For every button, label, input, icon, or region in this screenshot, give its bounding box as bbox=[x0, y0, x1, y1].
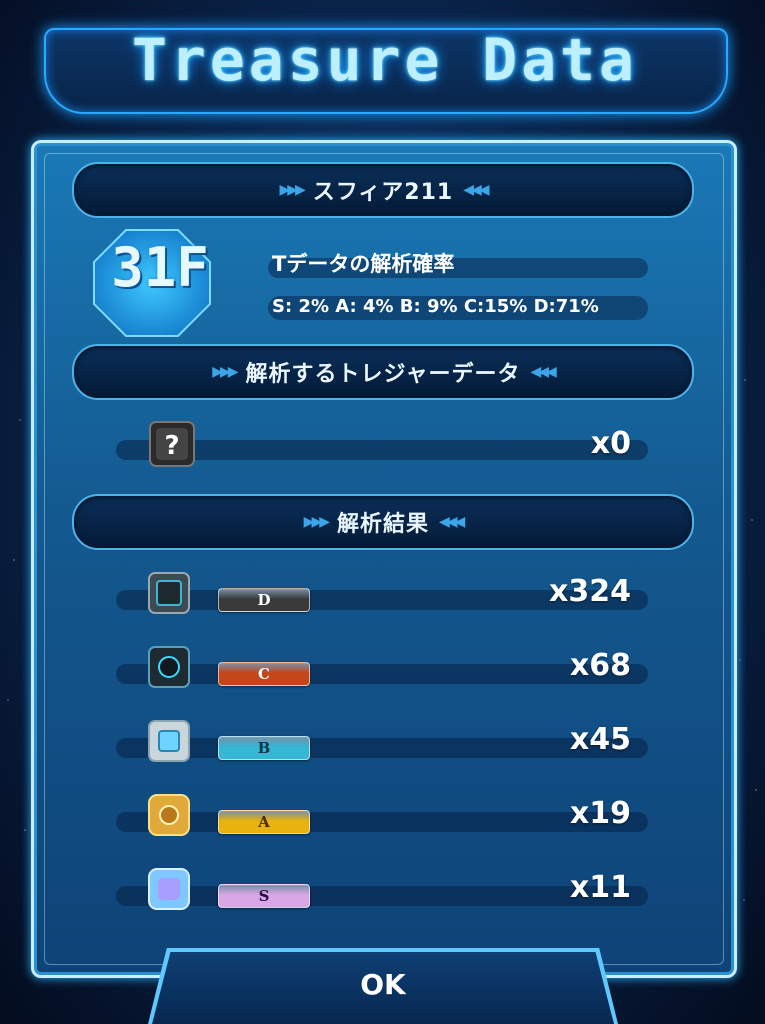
grade-badge-s: S bbox=[218, 884, 310, 908]
arrow-right-icon: ▶▶▶ bbox=[303, 514, 330, 530]
c-grade-cube-icon bbox=[148, 646, 190, 688]
sphere-header-label: スフィア211 bbox=[312, 180, 454, 205]
analysis-rate-label: Tデータの解析確率 bbox=[272, 252, 455, 276]
a-grade-cube-icon bbox=[148, 794, 190, 836]
svg-text:?: ? bbox=[164, 431, 179, 461]
result-track bbox=[116, 664, 648, 684]
result-count-s: x11 bbox=[569, 870, 631, 905]
grade-badge-d: D bbox=[218, 588, 310, 612]
result-track bbox=[116, 738, 648, 758]
grade-label: C bbox=[258, 665, 270, 683]
result-count-b: x45 bbox=[569, 722, 631, 757]
result-count-a: x19 bbox=[569, 796, 631, 831]
b-grade-cube-icon bbox=[148, 720, 190, 762]
result-track bbox=[116, 812, 648, 832]
floor-number: 31F bbox=[111, 236, 209, 299]
sphere-header: ▶▶▶ スフィア211 ◀◀◀ bbox=[72, 162, 694, 218]
arrow-right-icon: ▶▶▶ bbox=[279, 182, 305, 198]
result-header-label: 解析結果 bbox=[336, 512, 429, 537]
result-count-c: x68 bbox=[569, 648, 631, 683]
arrow-left-icon: ◀◀◀ bbox=[530, 364, 556, 380]
analyze-header-label: 解析するトレジャーデータ bbox=[245, 362, 521, 387]
grade-badge-b: B bbox=[218, 736, 310, 760]
analyze-header: ▶▶▶ 解析するトレジャーデータ ◀◀◀ bbox=[72, 344, 694, 400]
grade-badge-a: A bbox=[218, 810, 310, 834]
grade-label: A bbox=[258, 813, 270, 831]
grade-label: D bbox=[257, 591, 271, 609]
arrow-right-icon: ▶▶▶ bbox=[212, 364, 238, 380]
s-grade-cube-icon bbox=[148, 868, 190, 910]
ok-button-label[interactable]: OK bbox=[152, 968, 614, 1001]
grade-badge-c: C bbox=[218, 662, 310, 686]
page-title: Treasure Data bbox=[132, 26, 638, 94]
result-header: ▶▶▶ 解析結果 ◀◀◀ bbox=[72, 494, 694, 550]
unknown-item-count: x0 bbox=[590, 426, 631, 461]
d-grade-cube-icon bbox=[148, 572, 190, 614]
analysis-rate-values: S: 2% A: 4% B: 9% C:15% D:71% bbox=[272, 296, 599, 317]
mystery-cube-icon: ? bbox=[149, 421, 195, 467]
result-track bbox=[116, 886, 648, 906]
arrow-left-icon: ◀◀◀ bbox=[463, 182, 489, 198]
result-count-d: x324 bbox=[549, 574, 631, 609]
arrow-left-icon: ◀◀◀ bbox=[439, 514, 465, 530]
grade-label: S bbox=[258, 887, 270, 905]
grade-label: B bbox=[257, 739, 271, 757]
